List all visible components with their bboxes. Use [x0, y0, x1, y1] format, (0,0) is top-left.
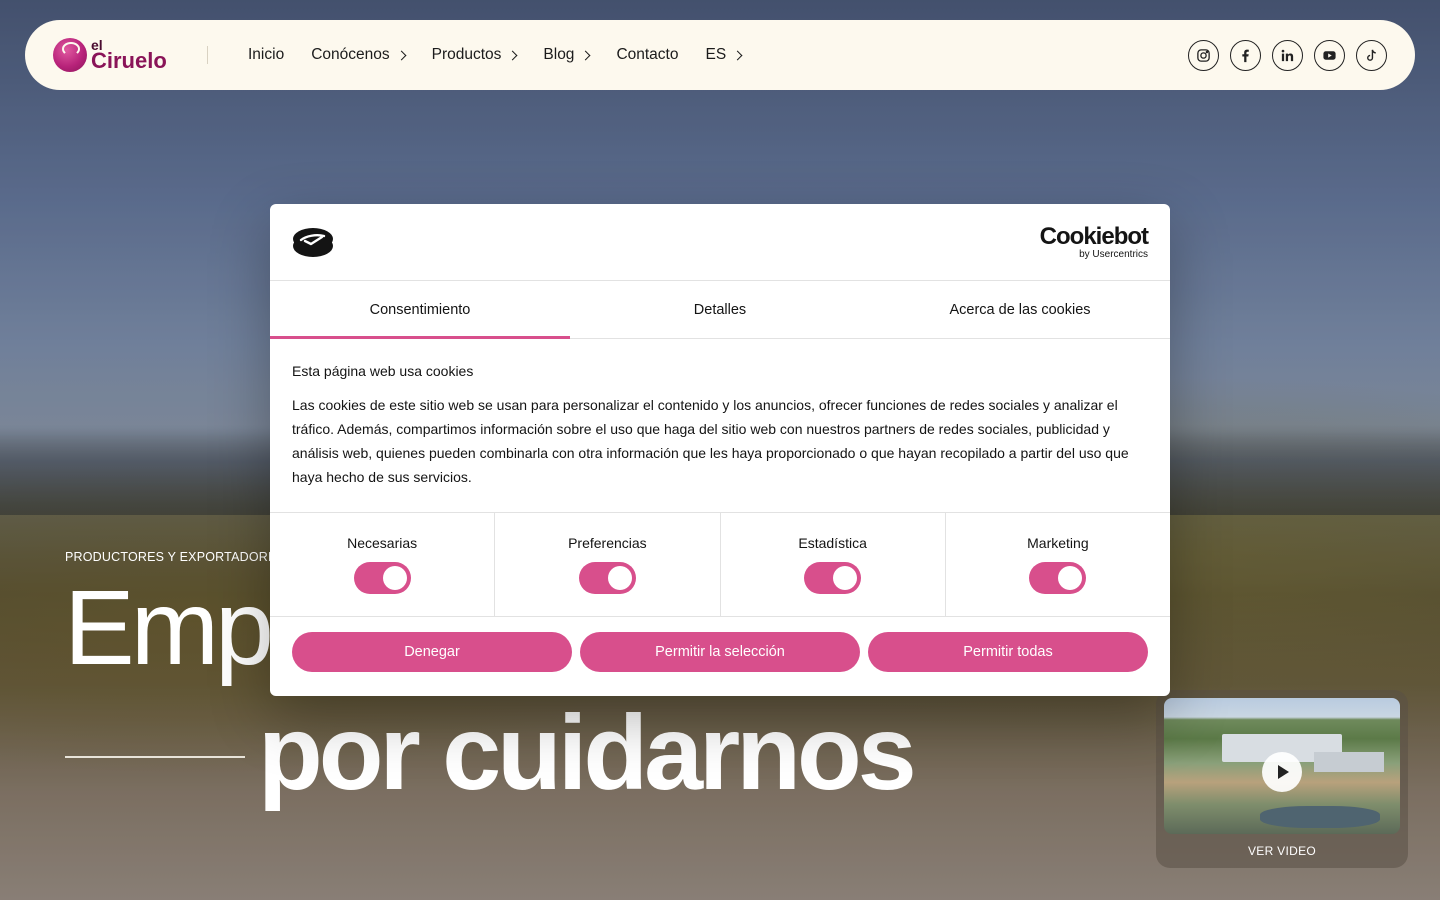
tab-consentimiento[interactable]: Consentimiento	[270, 281, 570, 339]
chevron-right-icon	[732, 50, 743, 61]
nav-label: Productos	[431, 46, 502, 63]
nav-label: Blog	[543, 46, 575, 63]
deny-button[interactable]: Denegar	[292, 632, 572, 672]
allow-all-button[interactable]: Permitir todas	[868, 632, 1148, 672]
toggle-group-preferencias: Preferencias	[495, 513, 721, 616]
hero-title-line2: por cuidarnos	[258, 694, 917, 812]
toggle-group-marketing: Marketing	[946, 513, 1170, 616]
necesarias-switch[interactable]	[353, 562, 411, 594]
facebook-icon[interactable]	[1230, 39, 1261, 71]
nav-item-blog[interactable]: Blog	[543, 46, 591, 64]
video-thumbnail[interactable]	[1164, 698, 1400, 834]
tab-acerca-de-cookies[interactable]: Acerca de las cookies	[870, 281, 1170, 338]
header-divider	[207, 46, 208, 64]
marketing-switch[interactable]	[1029, 562, 1087, 594]
toggle-label: Preferencias	[568, 535, 647, 551]
thumbnail-building	[1314, 752, 1384, 772]
nav-label: Inicio	[248, 46, 285, 63]
estadistica-switch[interactable]	[804, 562, 862, 594]
tiktok-icon[interactable]	[1356, 39, 1387, 71]
instagram-icon[interactable]	[1188, 39, 1219, 71]
switch-knob	[382, 566, 407, 590]
cookie-heading: Esta página web usa cookies	[292, 363, 474, 379]
watch-video-link[interactable]: VER VIDEO	[1164, 844, 1400, 858]
play-button[interactable]	[1262, 752, 1302, 792]
cookie-description: Esta página web usa cookies Las cookies …	[270, 339, 1170, 512]
plum-logo-icon	[53, 38, 87, 72]
main-nav: Inicio Conócenos Productos Blog Contacto…	[248, 46, 743, 64]
logo-line2: Ciruelo	[91, 48, 167, 74]
play-icon	[1278, 765, 1289, 779]
linkedin-icon[interactable]	[1272, 39, 1303, 71]
hero-eyebrow: PRODUCTORES Y EXPORTADORES	[65, 550, 286, 564]
nav-item-inicio[interactable]: Inicio	[248, 46, 284, 64]
thumbnail-pond	[1260, 806, 1380, 828]
cookie-body-text: Las cookies de este sitio web se usan pa…	[292, 397, 1129, 485]
toggle-label: Necesarias	[347, 535, 418, 551]
toggle-label: Marketing	[1027, 535, 1089, 551]
nav-item-conocenos[interactable]: Conócenos	[311, 46, 407, 64]
language-selector[interactable]: ES	[705, 46, 743, 64]
toggle-group-estadistica: Estadística	[721, 513, 946, 616]
site-logo[interactable]: el Ciruelo	[53, 38, 181, 72]
cookiebot-subtitle: by Usercentrics	[1079, 248, 1148, 260]
cookie-dialog-header: Cookiebot by Usercentrics	[270, 204, 1170, 281]
nav-label: Conócenos	[311, 46, 390, 63]
hero-title-line1: Emp	[64, 569, 274, 687]
chevron-right-icon	[580, 50, 591, 61]
cookie-actions: Denegar Permitir la selección Permitir t…	[270, 617, 1170, 672]
youtube-icon[interactable]	[1314, 39, 1345, 71]
switch-knob	[1058, 566, 1083, 590]
hero-decorative-line	[65, 756, 245, 758]
allow-selection-button[interactable]: Permitir la selección	[580, 632, 860, 672]
cookiebot-title: Cookiebot	[1039, 222, 1149, 250]
chevron-right-icon	[507, 50, 518, 61]
switch-knob	[607, 566, 632, 590]
chevron-right-icon	[396, 50, 407, 61]
video-card[interactable]: VER VIDEO	[1156, 690, 1408, 868]
logo-wordmark: el Ciruelo	[91, 38, 167, 74]
cookie-tabs: Consentimiento Detalles Acerca de las co…	[270, 281, 1170, 339]
cookiebot-logo-icon	[293, 228, 333, 257]
social-links	[1188, 39, 1387, 71]
preferencias-switch[interactable]	[578, 562, 636, 594]
nav-item-productos[interactable]: Productos	[431, 46, 518, 64]
nav-label: Contacto	[616, 46, 679, 63]
site-header: el Ciruelo Inicio Conócenos Productos Bl…	[25, 20, 1415, 90]
nav-item-contacto[interactable]: Contacto	[616, 46, 678, 64]
tab-detalles[interactable]: Detalles	[570, 281, 870, 338]
language-label: ES	[705, 46, 727, 63]
cookie-consent-dialog: Cookiebot by Usercentrics Consentimiento…	[270, 204, 1170, 696]
toggle-label: Estadística	[798, 535, 867, 551]
cookie-category-toggles: Necesarias Preferencias Estadística Mark…	[270, 512, 1170, 617]
switch-knob	[833, 566, 858, 590]
cookiebot-brand[interactable]: Cookiebot by Usercentrics	[1039, 222, 1149, 260]
toggle-group-necesarias: Necesarias	[270, 513, 496, 616]
